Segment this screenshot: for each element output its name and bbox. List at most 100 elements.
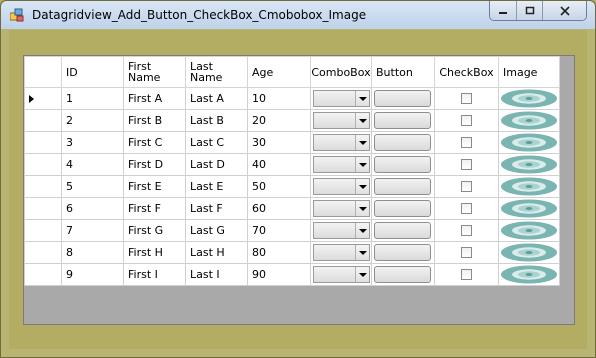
cell-first-name[interactable]: First G <box>123 219 186 242</box>
table-row[interactable]: 4 First D Last D 40 <box>24 153 560 176</box>
cell-age[interactable]: 70 <box>247 219 311 242</box>
cell-last-name[interactable]: Last F <box>185 197 248 220</box>
table-row[interactable]: 9 First I Last I 90 <box>24 263 560 286</box>
cell-last-name[interactable]: Last E <box>185 175 248 198</box>
table-row[interactable]: 7 First G Last G 70 <box>24 219 560 242</box>
cell-id[interactable]: 7 <box>61 219 124 242</box>
row-checkbox[interactable] <box>461 247 472 258</box>
row-combobox[interactable] <box>313 178 370 195</box>
row-header-cell[interactable] <box>24 87 62 110</box>
row-button[interactable] <box>374 156 431 173</box>
cell-first-name[interactable]: First I <box>123 263 186 286</box>
chevron-down-icon[interactable] <box>355 245 369 260</box>
column-header-first-name[interactable]: First Name <box>123 56 186 88</box>
top-left-header-cell[interactable] <box>24 56 62 88</box>
column-header-button[interactable]: Button <box>371 56 435 88</box>
cell-last-name[interactable]: Last I <box>185 263 248 286</box>
table-row[interactable]: 3 First C Last C 30 <box>24 131 560 154</box>
column-header-checkbox[interactable]: CheckBox <box>434 56 499 88</box>
row-header-cell[interactable] <box>24 219 62 242</box>
row-button[interactable] <box>374 244 431 261</box>
row-header-cell[interactable] <box>24 197 62 220</box>
chevron-down-icon[interactable] <box>355 91 369 106</box>
row-button[interactable] <box>374 178 431 195</box>
cell-first-name[interactable]: First C <box>123 131 186 154</box>
title-bar[interactable]: Datagridview_Add_Button_CheckBox_Cmobobo… <box>1 1 595 29</box>
cell-age[interactable]: 60 <box>247 197 311 220</box>
cell-id[interactable]: 2 <box>61 109 124 132</box>
maximize-button[interactable] <box>516 1 542 20</box>
chevron-down-icon[interactable] <box>355 201 369 216</box>
cell-id[interactable]: 3 <box>61 131 124 154</box>
row-checkbox[interactable] <box>461 115 472 126</box>
chevron-down-icon[interactable] <box>355 223 369 238</box>
row-combobox[interactable] <box>313 134 370 151</box>
column-header-combobox[interactable]: ComboBox <box>310 56 372 88</box>
cell-age[interactable]: 90 <box>247 263 311 286</box>
row-combobox[interactable] <box>313 266 370 283</box>
row-header-cell[interactable] <box>24 241 62 264</box>
cell-age[interactable]: 10 <box>247 87 311 110</box>
row-button[interactable] <box>374 266 431 283</box>
cell-first-name[interactable]: First H <box>123 241 186 264</box>
row-header-cell[interactable] <box>24 131 62 154</box>
chevron-down-icon[interactable] <box>355 135 369 150</box>
close-button[interactable] <box>542 1 586 20</box>
cell-last-name[interactable]: Last H <box>185 241 248 264</box>
table-row[interactable]: 6 First F Last F 60 <box>24 197 560 220</box>
cell-last-name[interactable]: Last B <box>185 109 248 132</box>
data-grid-view[interactable]: ID First Name Last Name Age ComboBox But… <box>23 55 575 325</box>
row-header-cell[interactable] <box>24 153 62 176</box>
row-button[interactable] <box>374 134 431 151</box>
cell-id[interactable]: 4 <box>61 153 124 176</box>
cell-id[interactable]: 5 <box>61 175 124 198</box>
cell-id[interactable]: 8 <box>61 241 124 264</box>
row-checkbox[interactable] <box>461 269 472 280</box>
column-header-image[interactable]: Image <box>498 56 560 88</box>
row-combobox[interactable] <box>313 156 370 173</box>
row-button[interactable] <box>374 200 431 217</box>
row-combobox[interactable] <box>313 90 370 107</box>
cell-last-name[interactable]: Last A <box>185 87 248 110</box>
row-combobox[interactable] <box>313 244 370 261</box>
column-header-id[interactable]: ID <box>61 56 124 88</box>
cell-last-name[interactable]: Last C <box>185 131 248 154</box>
cell-age[interactable]: 40 <box>247 153 311 176</box>
minimize-button[interactable] <box>490 1 516 20</box>
row-checkbox[interactable] <box>461 159 472 170</box>
cell-first-name[interactable]: First B <box>123 109 186 132</box>
row-checkbox[interactable] <box>461 225 472 236</box>
row-checkbox[interactable] <box>461 181 472 192</box>
row-button[interactable] <box>374 90 431 107</box>
row-button[interactable] <box>374 112 431 129</box>
column-header-age[interactable]: Age <box>247 56 311 88</box>
cell-first-name[interactable]: First D <box>123 153 186 176</box>
row-combobox[interactable] <box>313 112 370 129</box>
cell-first-name[interactable]: First F <box>123 197 186 220</box>
cell-age[interactable]: 30 <box>247 131 311 154</box>
chevron-down-icon[interactable] <box>355 113 369 128</box>
row-combobox[interactable] <box>313 222 370 239</box>
chevron-down-icon[interactable] <box>355 267 369 282</box>
table-row[interactable]: 5 First E Last E 50 <box>24 175 560 198</box>
row-header-cell[interactable] <box>24 263 62 286</box>
row-checkbox[interactable] <box>461 203 472 214</box>
row-combobox[interactable] <box>313 200 370 217</box>
column-header-last-name[interactable]: Last Name <box>185 56 248 88</box>
row-button[interactable] <box>374 222 431 239</box>
cell-age[interactable]: 20 <box>247 109 311 132</box>
cell-last-name[interactable]: Last D <box>185 153 248 176</box>
cell-age[interactable]: 80 <box>247 241 311 264</box>
row-checkbox[interactable] <box>461 93 472 104</box>
table-row[interactable]: 8 First H Last H 80 <box>24 241 560 264</box>
chevron-down-icon[interactable] <box>355 157 369 172</box>
cell-last-name[interactable]: Last G <box>185 219 248 242</box>
chevron-down-icon[interactable] <box>355 179 369 194</box>
cell-first-name[interactable]: First E <box>123 175 186 198</box>
cell-age[interactable]: 50 <box>247 175 311 198</box>
row-header-cell[interactable] <box>24 175 62 198</box>
table-row[interactable]: 2 First B Last B 20 <box>24 109 560 132</box>
cell-id[interactable]: 1 <box>61 87 124 110</box>
row-header-cell[interactable] <box>24 109 62 132</box>
row-checkbox[interactable] <box>461 137 472 148</box>
